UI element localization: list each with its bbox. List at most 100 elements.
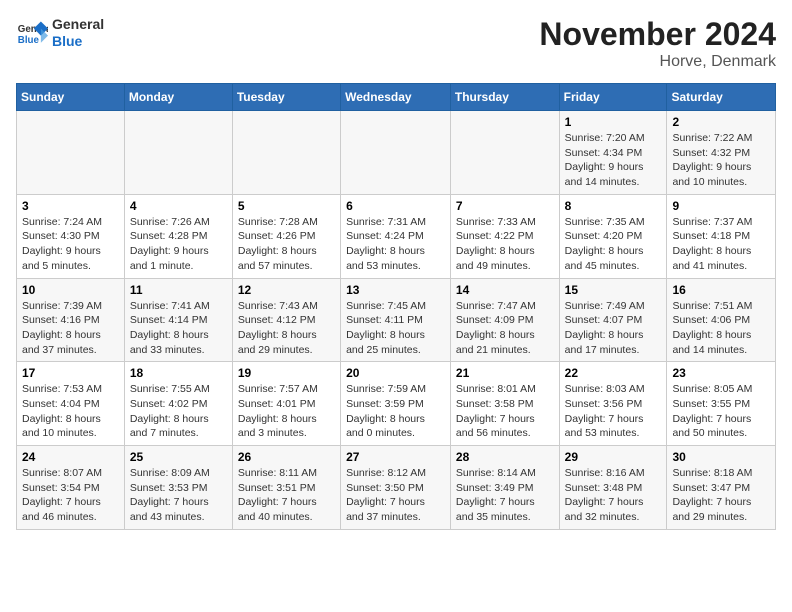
day-info: Sunrise: 7:37 AM Sunset: 4:18 PM Dayligh… bbox=[672, 215, 770, 274]
day-info: Sunrise: 7:28 AM Sunset: 4:26 PM Dayligh… bbox=[238, 215, 335, 274]
calendar-day-cell: 3Sunrise: 7:24 AM Sunset: 4:30 PM Daylig… bbox=[17, 194, 125, 278]
day-info: Sunrise: 7:45 AM Sunset: 4:11 PM Dayligh… bbox=[346, 299, 445, 358]
calendar-day-cell: 13Sunrise: 7:45 AM Sunset: 4:11 PM Dayli… bbox=[341, 278, 451, 362]
day-number: 14 bbox=[456, 283, 554, 297]
logo-icon: General Blue bbox=[16, 19, 48, 47]
day-number: 2 bbox=[672, 115, 770, 129]
logo: General Blue General Blue bbox=[16, 16, 104, 50]
day-number: 22 bbox=[565, 366, 662, 380]
day-info: Sunrise: 7:53 AM Sunset: 4:04 PM Dayligh… bbox=[22, 382, 119, 441]
day-info: Sunrise: 8:18 AM Sunset: 3:47 PM Dayligh… bbox=[672, 466, 770, 525]
day-number: 10 bbox=[22, 283, 119, 297]
day-info: Sunrise: 7:39 AM Sunset: 4:16 PM Dayligh… bbox=[22, 299, 119, 358]
calendar-table: SundayMondayTuesdayWednesdayThursdayFrid… bbox=[16, 83, 776, 530]
calendar-day-cell bbox=[124, 111, 232, 195]
calendar-day-cell: 24 Sunrise: 8:07 AM Sunset: 3:54 PM Dayli… bbox=[17, 446, 125, 530]
day-info: Sunrise: 8:12 AM Sunset: 3:50 PM Dayligh… bbox=[346, 466, 445, 525]
day-number: 15 bbox=[565, 283, 662, 297]
calendar-week-row: 17 Sunrise: 7:53 AM Sunset: 4:04 PM Dayli… bbox=[17, 362, 776, 446]
calendar-week-row: 10 Sunrise: 7:39 AM Sunset: 4:16 PM Dayli… bbox=[17, 278, 776, 362]
day-number: 8 bbox=[565, 199, 662, 213]
day-number: 6 bbox=[346, 199, 445, 213]
calendar-week-row: 1 Sunrise: 7:20 AM Sunset: 4:34 PM Daylig… bbox=[17, 111, 776, 195]
calendar-day-cell: 10 Sunrise: 7:39 AM Sunset: 4:16 PM Dayli… bbox=[17, 278, 125, 362]
calendar-week-row: 24 Sunrise: 8:07 AM Sunset: 3:54 PM Dayli… bbox=[17, 446, 776, 530]
calendar-day-cell: 23Sunrise: 8:05 AM Sunset: 3:55 PM Dayli… bbox=[667, 362, 776, 446]
day-info: Sunrise: 7:22 AM Sunset: 4:32 PM Dayligh… bbox=[672, 131, 770, 190]
day-number: 30 bbox=[672, 450, 770, 464]
day-info: Sunrise: 7:31 AM Sunset: 4:24 PM Dayligh… bbox=[346, 215, 445, 274]
day-number: 17 bbox=[22, 366, 119, 380]
day-number: 12 bbox=[238, 283, 335, 297]
day-number: 21 bbox=[456, 366, 554, 380]
day-info: Sunrise: 7:35 AM Sunset: 4:20 PM Dayligh… bbox=[565, 215, 662, 274]
calendar-day-cell: 18 Sunrise: 7:55 AM Sunset: 4:02 PM Dayli… bbox=[124, 362, 232, 446]
day-info: Sunrise: 7:49 AM Sunset: 4:07 PM Dayligh… bbox=[565, 299, 662, 358]
day-number: 25 bbox=[130, 450, 227, 464]
day-info: Sunrise: 7:55 AM Sunset: 4:02 PM Dayligh… bbox=[130, 382, 227, 441]
calendar-day-cell: 9 Sunrise: 7:37 AM Sunset: 4:18 PM Daylig… bbox=[667, 194, 776, 278]
logo-text: General Blue bbox=[52, 16, 104, 50]
weekday-header: Thursday bbox=[450, 84, 559, 111]
day-info: Sunrise: 7:59 AM Sunset: 3:59 PM Dayligh… bbox=[346, 382, 445, 441]
day-number: 28 bbox=[456, 450, 554, 464]
day-number: 26 bbox=[238, 450, 335, 464]
page-subtitle: Horve, Denmark bbox=[539, 53, 776, 71]
calendar-day-cell: 11Sunrise: 7:41 AM Sunset: 4:14 PM Dayli… bbox=[124, 278, 232, 362]
calendar-day-cell: 6 Sunrise: 7:31 AM Sunset: 4:24 PM Daylig… bbox=[341, 194, 451, 278]
calendar-day-cell: 21Sunrise: 8:01 AM Sunset: 3:58 PM Dayli… bbox=[450, 362, 559, 446]
svg-text:Blue: Blue bbox=[18, 35, 40, 46]
day-info: Sunrise: 7:47 AM Sunset: 4:09 PM Dayligh… bbox=[456, 299, 554, 358]
day-number: 20 bbox=[346, 366, 445, 380]
weekday-header: Monday bbox=[124, 84, 232, 111]
calendar-day-cell: 8 Sunrise: 7:35 AM Sunset: 4:20 PM Daylig… bbox=[559, 194, 667, 278]
weekday-header-row: SundayMondayTuesdayWednesdayThursdayFrid… bbox=[17, 84, 776, 111]
logo-line1: General bbox=[52, 16, 104, 33]
weekday-header: Tuesday bbox=[232, 84, 340, 111]
day-info: Sunrise: 7:24 AM Sunset: 4:30 PM Dayligh… bbox=[22, 215, 119, 274]
calendar-day-cell bbox=[450, 111, 559, 195]
day-info: Sunrise: 7:33 AM Sunset: 4:22 PM Dayligh… bbox=[456, 215, 554, 274]
calendar-day-cell: 29 Sunrise: 8:16 AM Sunset: 3:48 PM Dayli… bbox=[559, 446, 667, 530]
day-number: 5 bbox=[238, 199, 335, 213]
day-number: 1 bbox=[565, 115, 662, 129]
day-info: Sunrise: 7:20 AM Sunset: 4:34 PM Dayligh… bbox=[565, 131, 662, 190]
day-info: Sunrise: 8:09 AM Sunset: 3:53 PM Dayligh… bbox=[130, 466, 227, 525]
day-number: 4 bbox=[130, 199, 227, 213]
day-info: Sunrise: 8:03 AM Sunset: 3:56 PM Dayligh… bbox=[565, 382, 662, 441]
day-info: Sunrise: 7:43 AM Sunset: 4:12 PM Dayligh… bbox=[238, 299, 335, 358]
calendar-day-cell: 19 Sunrise: 7:57 AM Sunset: 4:01 PM Dayli… bbox=[232, 362, 340, 446]
day-number: 18 bbox=[130, 366, 227, 380]
day-number: 19 bbox=[238, 366, 335, 380]
weekday-header: Saturday bbox=[667, 84, 776, 111]
calendar-day-cell: 20 Sunrise: 7:59 AM Sunset: 3:59 PM Dayli… bbox=[341, 362, 451, 446]
calendar-day-cell: 12 Sunrise: 7:43 AM Sunset: 4:12 PM Dayli… bbox=[232, 278, 340, 362]
calendar-day-cell: 26Sunrise: 8:11 AM Sunset: 3:51 PM Dayli… bbox=[232, 446, 340, 530]
day-number: 11 bbox=[130, 283, 227, 297]
day-info: Sunrise: 8:07 AM Sunset: 3:54 PM Dayligh… bbox=[22, 466, 119, 525]
day-info: Sunrise: 7:57 AM Sunset: 4:01 PM Dayligh… bbox=[238, 382, 335, 441]
day-number: 29 bbox=[565, 450, 662, 464]
day-number: 24 bbox=[22, 450, 119, 464]
page-title: November 2024 bbox=[539, 16, 776, 53]
calendar-day-cell: 4Sunrise: 7:26 AM Sunset: 4:28 PM Daylig… bbox=[124, 194, 232, 278]
day-info: Sunrise: 8:16 AM Sunset: 3:48 PM Dayligh… bbox=[565, 466, 662, 525]
page-header: General Blue General Blue November 2024 … bbox=[16, 16, 776, 71]
calendar-day-cell: 2 Sunrise: 7:22 AM Sunset: 4:32 PM Daylig… bbox=[667, 111, 776, 195]
calendar-day-cell bbox=[232, 111, 340, 195]
weekday-header: Friday bbox=[559, 84, 667, 111]
day-info: Sunrise: 8:05 AM Sunset: 3:55 PM Dayligh… bbox=[672, 382, 770, 441]
calendar-day-cell: 5 Sunrise: 7:28 AM Sunset: 4:26 PM Daylig… bbox=[232, 194, 340, 278]
calendar-day-cell bbox=[17, 111, 125, 195]
day-info: Sunrise: 7:51 AM Sunset: 4:06 PM Dayligh… bbox=[672, 299, 770, 358]
day-number: 27 bbox=[346, 450, 445, 464]
calendar-day-cell: 27 Sunrise: 8:12 AM Sunset: 3:50 PM Dayli… bbox=[341, 446, 451, 530]
weekday-header: Sunday bbox=[17, 84, 125, 111]
day-number: 9 bbox=[672, 199, 770, 213]
calendar-day-cell: 30 Sunrise: 8:18 AM Sunset: 3:47 PM Dayli… bbox=[667, 446, 776, 530]
weekday-header: Wednesday bbox=[341, 84, 451, 111]
calendar-week-row: 3Sunrise: 7:24 AM Sunset: 4:30 PM Daylig… bbox=[17, 194, 776, 278]
day-info: Sunrise: 8:14 AM Sunset: 3:49 PM Dayligh… bbox=[456, 466, 554, 525]
logo-line2: Blue bbox=[52, 33, 104, 50]
day-number: 7 bbox=[456, 199, 554, 213]
